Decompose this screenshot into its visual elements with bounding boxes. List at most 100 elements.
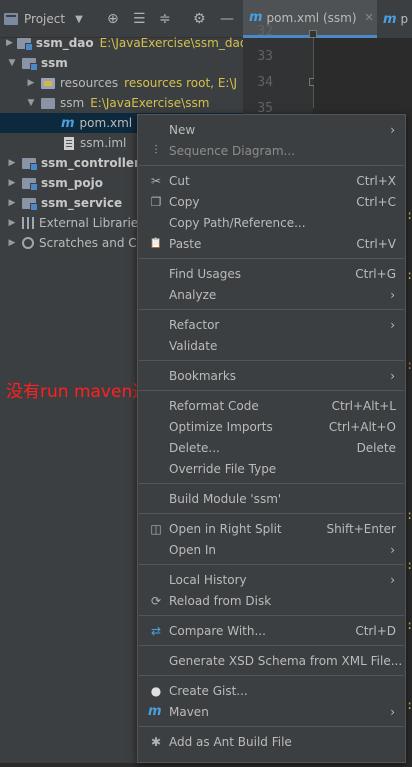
menu-item-label: Analyze: [169, 287, 217, 302]
menu-shortcut: Ctrl+G: [355, 266, 396, 281]
chevron-right-icon[interactable]: ▶: [6, 178, 18, 188]
menu-separator: [139, 564, 404, 565]
maven-icon: m: [148, 704, 162, 719]
tree-item-ssm-dao[interactable]: ▶ ssm_dao E:\JavaExercise\ssm_dao: [0, 33, 243, 53]
menu-shortcut: Ctrl+Alt+L: [331, 398, 396, 413]
menu-item-compare-with[interactable]: ⇄ Compare With... Ctrl+D: [138, 620, 405, 641]
ant-icon: ✱: [150, 734, 162, 749]
menu-item-optimize-imports[interactable]: Optimize Imports Ctrl+Alt+O: [138, 416, 405, 437]
menu-item-label: Maven: [169, 704, 209, 719]
menu-item-reload-from-disk[interactable]: ⟳ Reload from Disk: [138, 590, 405, 611]
menu-separator: [139, 675, 404, 676]
menu-item-cut[interactable]: ✂ Cut Ctrl+X: [138, 170, 405, 191]
menu-item-reformat-code[interactable]: Reformat Code Ctrl+Alt+L: [138, 395, 405, 416]
chevron-right-icon[interactable]: ▶: [6, 38, 13, 48]
github-icon: ●: [150, 683, 162, 698]
menu-shortcut: Ctrl+C: [356, 194, 396, 209]
fold-marker-icon[interactable]: [309, 30, 317, 38]
code-glyph: :: [406, 268, 412, 282]
menu-separator: [139, 615, 404, 616]
maven-icon: m: [249, 10, 263, 25]
menu-item-label: Paste: [169, 236, 202, 251]
menu-item-label: Optimize Imports: [169, 419, 273, 434]
menu-item-delete[interactable]: Delete... Delete: [138, 437, 405, 458]
chevron-down-icon[interactable]: ▼: [6, 58, 18, 68]
menu-item-label: Delete...: [169, 440, 220, 455]
menu-item-label: Compare With...: [169, 623, 266, 638]
menu-shortcut: Ctrl+Alt+O: [328, 419, 396, 434]
context-menu: New › ⫶ Sequence Diagram... ✂ Cut Ctrl+X…: [137, 114, 406, 763]
menu-item-copy[interactable]: ❐ Copy Ctrl+C: [138, 191, 405, 212]
chevron-right-icon[interactable]: ▶: [6, 158, 18, 168]
tree-item-label: ssm: [60, 96, 85, 110]
menu-item-generate-xsd[interactable]: Generate XSD Schema from XML File...: [138, 650, 405, 671]
menu-item-label: Local History: [169, 572, 247, 587]
project-label: Project: [24, 12, 66, 26]
clipboard-icon: 📋: [149, 238, 163, 249]
chevron-down-icon[interactable]: ▼: [25, 98, 37, 108]
menu-item-override-file-type[interactable]: Override File Type: [138, 458, 405, 479]
menu-item-create-gist[interactable]: ● Create Gist...: [138, 680, 405, 701]
tree-item-ssm-sub[interactable]: ▼ ssm E:\JavaExercise\ssm: [0, 93, 243, 113]
menu-separator: [139, 645, 404, 646]
chevron-right-icon: ›: [390, 542, 395, 557]
menu-shortcut: Ctrl+X: [356, 173, 396, 188]
code-glyph: :: [406, 698, 412, 712]
menu-item-open-right-split[interactable]: ◫ Open in Right Split Shift+Enter: [138, 518, 405, 539]
menu-separator: [139, 726, 404, 727]
menu-item-refactor[interactable]: Refactor ›: [138, 314, 405, 335]
chevron-right-icon: ›: [390, 704, 395, 719]
menu-item-sequence-diagram[interactable]: ⫶ Sequence Diagram...: [138, 140, 405, 161]
chevron-right-icon[interactable]: ▶: [6, 238, 18, 248]
menu-item-build-module[interactable]: Build Module 'ssm': [138, 488, 405, 509]
menu-item-validate[interactable]: Validate: [138, 335, 405, 356]
menu-item-open-in[interactable]: Open In ›: [138, 539, 405, 560]
tree-item-resources[interactable]: ▶ resources resources root, E:\J: [0, 73, 243, 93]
menu-separator: [139, 483, 404, 484]
menu-item-paste[interactable]: 📋 Paste Ctrl+V: [138, 233, 405, 254]
menu-item-add-ant-build[interactable]: ✱ Add as Ant Build File: [138, 731, 405, 752]
close-icon[interactable]: ✕: [365, 11, 374, 24]
menu-separator: [139, 165, 404, 166]
chevron-right-icon[interactable]: ▶: [6, 218, 18, 228]
chevron-right-icon: ›: [390, 122, 395, 137]
chevron-right-icon[interactable]: ▶: [25, 78, 37, 88]
menu-item-label: Override File Type: [169, 461, 277, 476]
tree-item-label: resources: [60, 76, 119, 90]
menu-item-local-history[interactable]: Local History ›: [138, 569, 405, 590]
menu-item-maven[interactable]: m Maven ›: [138, 701, 405, 722]
chevron-right-icon[interactable]: ▶: [6, 198, 18, 208]
module-folder-icon: [22, 177, 38, 191]
menu-separator: [139, 258, 404, 259]
code-glyph: :: [406, 508, 412, 522]
menu-item-copy-path[interactable]: Copy Path/Reference...: [138, 212, 405, 233]
tree-item-label: ssm_service: [41, 196, 123, 210]
tree-item-ssm[interactable]: ▼ ssm: [0, 53, 243, 73]
module-folder-icon: [22, 197, 38, 211]
tree-item-label: pom.xml: [79, 116, 133, 130]
menu-item-bookmarks[interactable]: Bookmarks ›: [138, 365, 405, 386]
menu-item-analyze[interactable]: Analyze ›: [138, 284, 405, 305]
reload-icon: ⟳: [150, 593, 162, 608]
menu-shortcut: Ctrl+D: [355, 623, 396, 638]
code-glyph: :: [406, 558, 412, 572]
tree-item-label: ssm_controller: [41, 156, 140, 170]
project-folder-icon: [4, 13, 18, 25]
chevron-down-icon[interactable]: ▼: [75, 14, 83, 25]
chevron-right-icon: ›: [390, 572, 395, 587]
module-folder-icon: [22, 157, 38, 171]
line-number: 32: [257, 24, 273, 39]
chevron-right-icon: ›: [390, 317, 395, 332]
tree-item-path: E:\JavaExercise\ssm: [90, 96, 210, 110]
menu-item-label: Open in Right Split: [169, 521, 282, 536]
tab-second-pom[interactable]: m p: [383, 0, 412, 38]
tab-label: p: [400, 12, 409, 26]
menu-item-label: Copy Path/Reference...: [169, 215, 306, 230]
library-icon: [22, 217, 34, 229]
tree-item-path: resources root, E:\J: [124, 76, 238, 90]
menu-item-new[interactable]: New ›: [138, 119, 405, 140]
menu-item-label: Bookmarks: [169, 368, 237, 383]
menu-item-find-usages[interactable]: Find Usages Ctrl+G: [138, 263, 405, 284]
code-glyph: :: [406, 358, 412, 372]
line-number: 34: [257, 75, 273, 90]
